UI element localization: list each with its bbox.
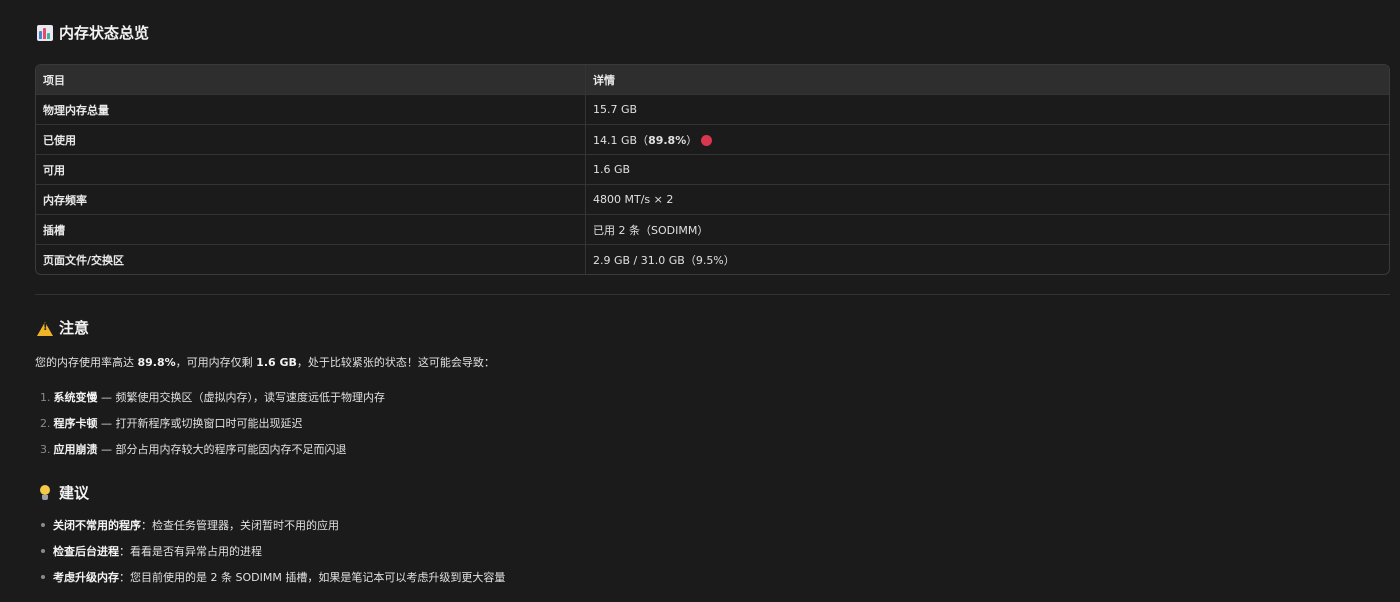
row-value: 已用 2 条（SODIMM） [586, 215, 1389, 245]
column-header-item: 项目 [36, 65, 586, 95]
para-usage-percent: 89.8% [137, 356, 176, 369]
list-item-title: 关闭不常用的程序 [53, 519, 141, 532]
para-available-memory: 1.6 GB [256, 356, 297, 369]
list-item-text: — 频繁使用交换区（虚拟内存），读写速度远低于物理内存 [97, 391, 385, 404]
list-item-title: 应用崩溃 [53, 443, 98, 456]
list-item-text: ：检查任务管理器，关闭暂时不用的应用 [141, 519, 339, 532]
row-label: 插槽 [36, 215, 586, 245]
list-item-title: 检查后台进程 [53, 545, 119, 558]
bullet-icon [41, 523, 45, 527]
list-number: 1. [40, 391, 51, 404]
list-item-text: ：看看是否有异常占用的进程 [119, 545, 262, 558]
list-item: 1. 系统变慢 — 频繁使用交换区（虚拟内存），读写速度远低于物理内存 [35, 389, 385, 415]
memory-report: 内存状态总览 项目 详情 物理内存总量 15.7 GB 已使用 14.1 GB（… [0, 0, 1400, 602]
table-row: 可用 1.6 GB [36, 155, 1389, 185]
list-item-title: 系统变慢 [53, 391, 98, 404]
table-row: 内存频率 4800 MT/s × 2 [36, 185, 1389, 215]
used-amount: 14.1 GB（ [593, 133, 649, 147]
para-text: ，可用内存仅剩 [175, 356, 257, 369]
table-row: 页面文件/交换区 2.9 GB / 31.0 GB（9.5%） [36, 245, 1389, 274]
red-status-dot-icon [701, 134, 713, 146]
para-text: ，处于比较紧张的状态！这可能会导致： [296, 356, 495, 369]
list-item-title: 考虑升级内存 [53, 571, 119, 584]
column-header-detail: 详情 [586, 65, 1389, 95]
list-number: 2. [40, 417, 51, 430]
list-item-text: — 部分占用内存较大的程序可能因内存不足而闪退 [97, 443, 347, 456]
table-row: 物理内存总量 15.7 GB [36, 95, 1389, 125]
bar-chart-icon [37, 24, 53, 41]
row-label: 物理内存总量 [36, 95, 586, 125]
table-row: 插槽 已用 2 条（SODIMM） [36, 215, 1389, 245]
warning-paragraph: 您的内存使用率高达 89.8%，可用内存仅剩 1.6 GB，处于比较紧张的状态！… [35, 354, 495, 370]
issues-list: 1. 系统变慢 — 频繁使用交换区（虚拟内存），读写速度远低于物理内存 2. 程序卡… [35, 389, 385, 467]
list-item: 考虑升级内存：您目前使用的是 2 条 SODIMM 插槽，如果是笔记本可以考虑升… [35, 569, 505, 595]
overview-heading: 内存状态总览 [37, 22, 149, 43]
row-label: 可用 [36, 155, 586, 185]
row-label: 页面文件/交换区 [36, 245, 586, 274]
list-item: 2. 程序卡顿 — 打开新程序或切换窗口时可能出现延迟 [35, 415, 385, 441]
used-percent: 89.8% [648, 133, 687, 147]
bullet-icon [41, 575, 45, 579]
warning-title: 注意 [59, 319, 90, 337]
bullet-icon [41, 549, 45, 553]
tips-list: 关闭不常用的程序：检查任务管理器，关闭暂时不用的应用 检查后台进程：看看是否有异… [35, 517, 505, 595]
memory-table: 项目 详情 物理内存总量 15.7 GB 已使用 14.1 GB（89.8%） … [35, 64, 1390, 275]
table-header-row: 项目 详情 [36, 65, 1389, 95]
row-label: 已使用 [36, 125, 586, 155]
list-item-text: ：您目前使用的是 2 条 SODIMM 插槽，如果是笔记本可以考虑升级到更大容量 [119, 571, 506, 584]
section-divider [35, 294, 1390, 295]
list-item-title: 程序卡顿 [53, 417, 98, 430]
row-value: 2.9 GB / 31.0 GB（9.5%） [593, 253, 735, 267]
row-value: 14.1 GB（89.8%） [586, 125, 1389, 155]
tips-title: 建议 [59, 484, 90, 502]
used-suffix: ） [686, 133, 698, 147]
list-number: 3. [40, 443, 51, 456]
list-item: 3. 应用崩溃 — 部分占用内存较大的程序可能因内存不足而闪退 [35, 441, 385, 467]
row-value: 1.6 GB [586, 155, 1389, 185]
list-item: 关闭不常用的程序：检查任务管理器，关闭暂时不用的应用 [35, 517, 505, 543]
row-value: 15.7 GB [586, 95, 1389, 125]
tips-heading: 建议 [37, 482, 89, 503]
row-label: 内存频率 [36, 185, 586, 215]
list-item-text: — 打开新程序或切换窗口时可能出现延迟 [97, 417, 303, 430]
warning-icon [37, 320, 53, 336]
lightbulb-icon [37, 484, 53, 501]
table-row: 已使用 14.1 GB（89.8%） [36, 125, 1389, 155]
para-text: 您的内存使用率高达 [35, 356, 138, 369]
row-value: 4800 MT/s × 2 [586, 185, 1389, 215]
overview-title: 内存状态总览 [59, 24, 150, 42]
list-item: 检查后台进程：看看是否有异常占用的进程 [35, 543, 505, 569]
warning-heading: 注意 [37, 317, 89, 338]
